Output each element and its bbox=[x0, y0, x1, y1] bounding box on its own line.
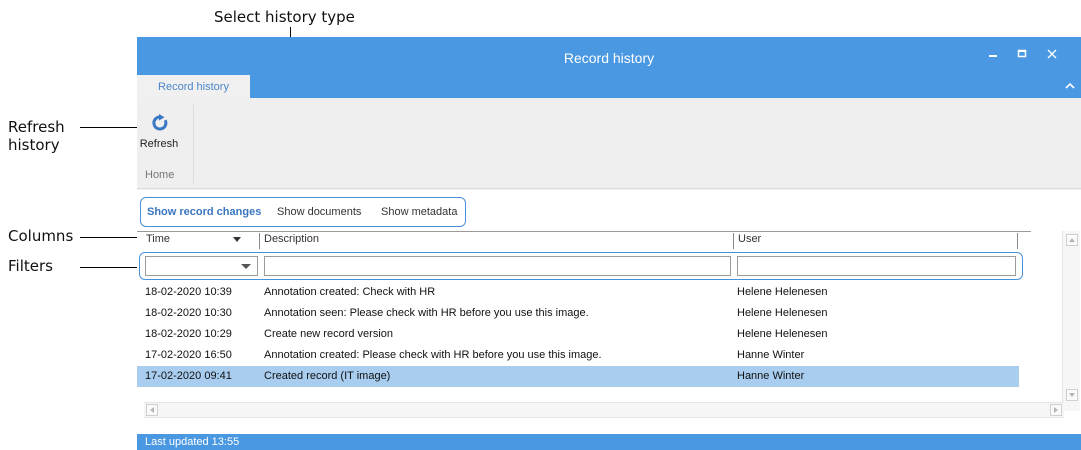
chevron-up-icon[interactable] bbox=[1063, 79, 1077, 93]
callout-line-refresh bbox=[80, 127, 140, 128]
window-title: Record history bbox=[563, 50, 655, 66]
cell-time: 18-02-2020 10:39 bbox=[145, 286, 232, 298]
cell-user: Helene Helenesen bbox=[737, 286, 828, 298]
cell-user: Hanne Winter bbox=[737, 349, 805, 361]
callout-select-history-type: Select history type bbox=[214, 8, 355, 26]
refresh-icon bbox=[151, 114, 169, 132]
tab-show-metadata[interactable]: Show metadata bbox=[381, 206, 457, 218]
table-row[interactable]: 18-02-2020 10:29 Create new record versi… bbox=[137, 324, 1019, 345]
cell-description: Annotation seen: Please check with HR be… bbox=[264, 307, 589, 319]
table-row[interactable]: 18-02-2020 10:30 Annotation seen: Please… bbox=[137, 303, 1019, 324]
sort-arrow-icon[interactable] bbox=[233, 237, 241, 242]
callout-refresh-history: Refresh history bbox=[8, 118, 65, 154]
horizontal-scrollbar[interactable] bbox=[144, 402, 1064, 418]
column-header-user[interactable]: User bbox=[738, 233, 761, 249]
cell-time: 17-02-2020 09:41 bbox=[145, 370, 232, 382]
scroll-up-icon[interactable] bbox=[1066, 234, 1078, 246]
record-history-window: Record history Record history Refresh Ho… bbox=[137, 37, 1081, 450]
table-row[interactable]: 18-02-2020 10:39 Annotation created: Che… bbox=[137, 282, 1019, 303]
cell-description: Annotation created: Please check with HR… bbox=[264, 349, 602, 361]
cell-description: Created record (IT image) bbox=[264, 370, 391, 382]
vertical-scrollbar[interactable] bbox=[1062, 231, 1080, 411]
cell-description: Create new record version bbox=[264, 328, 394, 340]
refresh-button[interactable]: Refresh bbox=[139, 110, 179, 156]
callout-refresh-history-line1: Refresh bbox=[8, 118, 65, 136]
ribbon: Refresh Home bbox=[137, 98, 1081, 189]
column-header-time[interactable]: Time bbox=[146, 233, 170, 249]
header-rule bbox=[137, 231, 1031, 232]
callout-columns: Columns bbox=[8, 227, 74, 245]
ribbon-group-divider bbox=[193, 105, 194, 183]
column-separator[interactable] bbox=[733, 233, 734, 249]
tab-show-record-changes[interactable]: Show record changes bbox=[147, 206, 261, 218]
description-filter-input[interactable] bbox=[264, 256, 731, 276]
cell-user: Hanne Winter bbox=[737, 370, 805, 382]
cell-user: Helene Helenesen bbox=[737, 307, 828, 319]
callout-refresh-history-line2: history bbox=[8, 136, 60, 154]
title-bar: Record history Record history bbox=[137, 37, 1081, 98]
chevron-down-icon bbox=[241, 264, 251, 269]
callout-line-columns bbox=[80, 237, 140, 238]
tab-show-documents[interactable]: Show documents bbox=[277, 206, 361, 218]
cell-time: 17-02-2020 16:50 bbox=[145, 349, 232, 361]
history-content: Show record changes Show documents Show … bbox=[137, 190, 1081, 434]
refresh-label: Refresh bbox=[139, 138, 179, 150]
cell-time: 18-02-2020 10:30 bbox=[145, 307, 232, 319]
table-row[interactable]: 17-02-2020 16:50 Annotation created: Ple… bbox=[137, 345, 1019, 366]
callout-line-filters bbox=[80, 267, 140, 268]
ribbon-group-home: Home bbox=[145, 169, 175, 181]
cell-user: Helene Helenesen bbox=[737, 328, 828, 340]
maximize-icon[interactable] bbox=[1012, 45, 1032, 63]
last-updated-text: Last updated 13:55 bbox=[145, 436, 240, 448]
cell-time: 18-02-2020 10:29 bbox=[145, 328, 232, 340]
tab-record-history[interactable]: Record history bbox=[137, 75, 250, 98]
minimize-icon[interactable] bbox=[983, 45, 1003, 63]
cell-description: Annotation created: Check with HR bbox=[264, 286, 436, 298]
table-row-selected[interactable]: 17-02-2020 09:41 Created record (IT imag… bbox=[137, 366, 1019, 387]
column-header-description[interactable]: Description bbox=[264, 233, 319, 249]
scroll-down-icon[interactable] bbox=[1066, 389, 1078, 401]
status-bar: Last updated 13:55 bbox=[137, 434, 1081, 450]
close-icon[interactable] bbox=[1042, 45, 1062, 63]
scroll-right-icon[interactable] bbox=[1050, 404, 1062, 416]
scroll-left-icon[interactable] bbox=[146, 404, 158, 416]
column-separator[interactable] bbox=[1017, 233, 1018, 249]
column-separator[interactable] bbox=[259, 233, 260, 249]
time-filter-select[interactable] bbox=[145, 256, 258, 276]
user-filter-input[interactable] bbox=[737, 256, 1016, 276]
callout-filters: Filters bbox=[8, 257, 53, 275]
